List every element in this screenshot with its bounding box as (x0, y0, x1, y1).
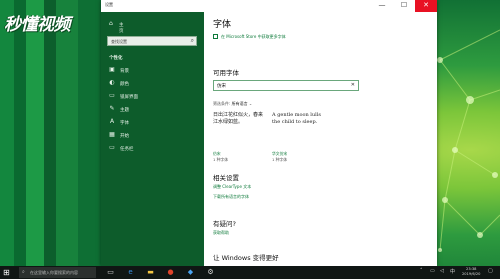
close-button[interactable]: ✕ (415, 0, 437, 12)
taskbar-icon: ▭ (109, 144, 115, 151)
volume-icon[interactable]: ◁ (440, 268, 444, 274)
cleartype-link[interactable]: 调整 ClearType 文本 (213, 184, 251, 190)
sidebar-item-lockscreen[interactable]: ▭ 锁屏界面 (107, 91, 199, 102)
available-fonts-heading: 可用字体 (213, 69, 239, 77)
settings-search-input[interactable]: 查找设置 ⌕ (107, 36, 197, 46)
maximize-button[interactable]: ☐ (393, 0, 415, 12)
clock-date: 2019/6/20 (462, 272, 481, 276)
task-view-icon[interactable]: ▭ (104, 267, 117, 278)
brand-logo: 秒懂视频 (4, 15, 71, 35)
font-card-fangsong[interactable]: 日出江花红似火，春来江水绿如蓝。 仿宋 1 种字体 (213, 112, 263, 167)
related-settings-heading: 相关设置 (213, 174, 239, 182)
store-bag-icon (213, 34, 218, 39)
store-link[interactable]: 在 Microsoft Store 中获取更多字体 (213, 34, 286, 40)
watermark-title: 百科全说 (337, 208, 425, 232)
font-icon: A (109, 118, 115, 125)
search-icon: ⌕ (190, 37, 194, 44)
filter-label: 筛选条件: (213, 101, 231, 106)
help-heading: 有疑问? (213, 220, 236, 228)
sidebar-item-label: 背景 (120, 69, 129, 74)
settings-gear-icon[interactable]: ⚙ (204, 267, 217, 278)
app-icon[interactable]: ◆ (184, 267, 197, 278)
taskbar-clock[interactable]: 23:38 2019/6/20 (462, 267, 480, 277)
font-count: 1 种字体 (272, 157, 288, 162)
chevron-up-icon[interactable]: ˄ (420, 268, 423, 274)
brush-icon: ✎ (109, 105, 115, 112)
lockscreen-icon: ▭ (109, 92, 115, 99)
improve-windows-heading: 让 Windows 变得更好 (213, 254, 279, 262)
filter-value: 所有语言 (231, 101, 248, 106)
sidebar-item-label: 开始 (120, 134, 129, 139)
folder-icon[interactable]: ▬ (144, 267, 157, 278)
chevron-down-icon: ⌄ (248, 101, 253, 106)
browser-icon[interactable]: ● (164, 267, 177, 278)
page-title: 字体 (213, 20, 232, 30)
sidebar-item-label: 任务栏 (120, 147, 134, 152)
search-icon: ⌕ (22, 269, 25, 275)
sidebar-item-label: 颜色 (120, 82, 129, 87)
sidebar-home-label: 主页 (119, 23, 124, 34)
download-fonts-link[interactable]: 下载所有语言的字体 (213, 194, 249, 200)
sidebar-item-colors[interactable]: ◐ 颜色 (107, 78, 199, 89)
sidebar-item-background[interactable]: ▣ 背景 (107, 65, 199, 76)
get-help-link[interactable]: 获取帮助 (213, 230, 229, 236)
font-card-stfangsong[interactable]: A gentle moon lulls the child to sleep. … (272, 112, 322, 167)
font-sample: A gentle moon lulls the child to sleep. (272, 112, 321, 125)
sidebar-item-label: 主题 (120, 108, 129, 113)
start-menu-icon: ▦ (109, 131, 115, 138)
windows-start-icon[interactable]: ⊞ (3, 269, 11, 277)
edge-icon[interactable]: e (124, 267, 137, 278)
sidebar-item-themes[interactable]: ✎ 主题 (107, 104, 199, 115)
sidebar-item-fonts[interactable]: A 字体 (107, 117, 199, 128)
picture-icon: ▣ (109, 66, 115, 73)
input-method-icon[interactable]: 中 (450, 268, 455, 275)
font-search-value: 仿宋 (217, 84, 226, 89)
home-icon: ⌂ (109, 20, 113, 27)
sidebar-item-taskbar[interactable]: ▭ 任务栏 (107, 143, 199, 154)
language-filter[interactable]: 筛选条件: 所有语言 ⌄ (213, 101, 252, 107)
settings-sidebar: ⌂ 主页 查找设置 ⌕ 个性化 ▣ 背景 ◐ 颜色 ▭ 锁屏界面 ✎ 主题 A … (101, 12, 204, 266)
sidebar-item-label: 锁屏界面 (120, 95, 138, 100)
network-icon[interactable]: ▭ (430, 268, 435, 274)
font-sample: 日出江花红似火，春来江水绿如蓝。 (213, 112, 264, 125)
taskbar: ⊞ ⌕ 在这里输入你要搜索的内容 ▭ e ▬ ● ◆ ⚙ ˄ ▭ ◁ 中 23:… (0, 266, 500, 279)
sidebar-item-label: 字体 (120, 121, 129, 126)
sidebar-item-start[interactable]: ▦ 开始 (107, 130, 199, 141)
taskbar-search-box[interactable]: ⌕ 在这里输入你要搜索的内容 (19, 267, 96, 278)
search-placeholder: 查找设置 (111, 39, 127, 44)
minimize-button[interactable]: — (371, 0, 393, 12)
title-bar: 设置 — ☐ ✕ (101, 0, 437, 12)
font-search-input[interactable]: 仿宋 ✕ (213, 80, 359, 91)
store-link-label: 在 Microsoft Store 中获取更多字体 (221, 34, 286, 39)
watermark-subtitle: 助你轻松解决 (369, 234, 438, 246)
clear-icon[interactable]: ✕ (351, 82, 355, 88)
font-count: 1 种字体 (213, 157, 229, 162)
taskbar-search-placeholder: 在这里输入你要搜索的内容 (30, 270, 78, 275)
sidebar-section-title: 个性化 (109, 56, 123, 61)
palette-icon: ◐ (109, 79, 115, 86)
notification-icon[interactable]: ▢ (488, 268, 493, 274)
window-title: 设置 (105, 2, 113, 7)
